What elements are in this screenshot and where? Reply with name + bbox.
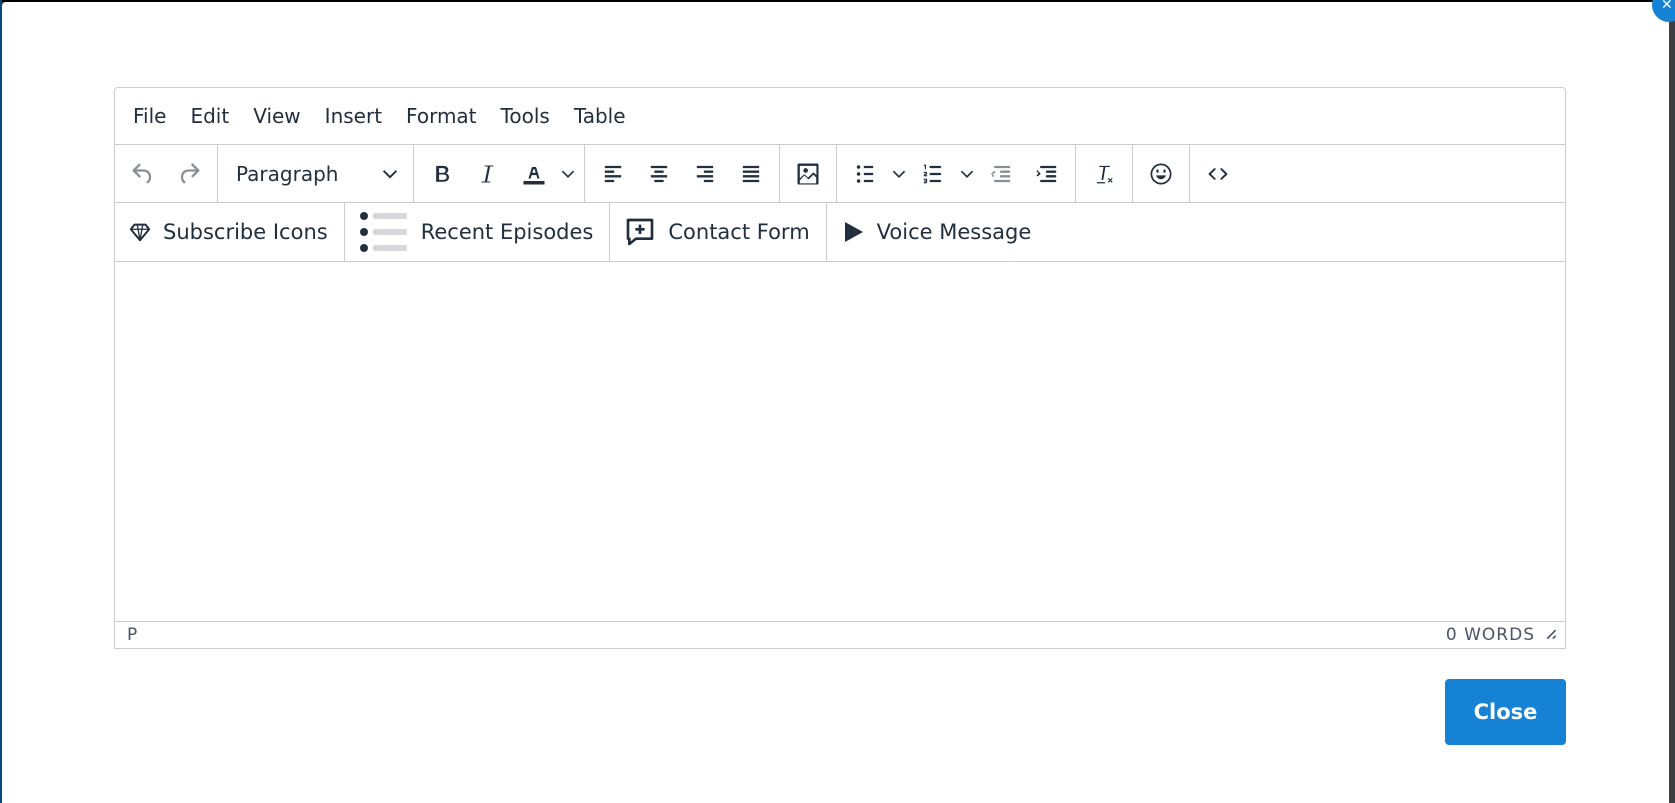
block-format-group: Paragraph	[218, 145, 414, 202]
subscribe-icons-button[interactable]: Subscribe Icons	[115, 203, 345, 261]
text-color-split-button[interactable]	[511, 151, 579, 197]
bold-button[interactable]	[419, 151, 465, 197]
list-indent-group	[837, 145, 1076, 202]
align-justify-button[interactable]	[728, 151, 774, 197]
statusbar-right: 0 WORDS	[1446, 625, 1557, 645]
image-icon	[797, 163, 819, 184]
voice-message-button[interactable]: Voice Message	[827, 203, 1048, 261]
align-center-button[interactable]	[636, 151, 682, 197]
bullet-list-icon	[856, 164, 874, 183]
align-left-icon	[604, 165, 622, 182]
resize-handle[interactable]	[1543, 625, 1557, 645]
text-color-icon	[523, 166, 545, 184]
editor-content-area[interactable]	[115, 262, 1565, 622]
clear-formatting-button[interactable]	[1081, 151, 1127, 197]
chevron-down-icon	[960, 170, 974, 178]
menu-file[interactable]: File	[121, 96, 178, 136]
bullet-list-split-button[interactable]	[842, 151, 910, 197]
background-right-strip	[1669, 0, 1675, 803]
italic-button[interactable]	[465, 151, 511, 197]
indent-icon	[1036, 165, 1057, 182]
undo-button[interactable]	[120, 151, 166, 197]
contact-form-label: Contact Form	[668, 220, 810, 244]
contact-form-button[interactable]: Contact Form	[610, 203, 827, 261]
recent-episodes-label: Recent Episodes	[420, 220, 594, 244]
italic-icon	[481, 164, 494, 183]
list-icon	[359, 212, 407, 252]
emoji-button[interactable]	[1138, 151, 1184, 197]
menu-tools[interactable]: Tools	[489, 96, 562, 136]
custom-toolbar: Subscribe Icons Recent Episodes Contact …	[115, 203, 1565, 262]
comment-plus-icon	[627, 218, 654, 246]
indent-button[interactable]	[1024, 151, 1070, 197]
insert-image-button[interactable]	[785, 151, 831, 197]
align-center-icon	[650, 165, 668, 182]
chevron-down-icon	[561, 170, 575, 178]
numbered-list-button[interactable]	[910, 151, 956, 197]
bold-icon	[436, 165, 449, 182]
element-path[interactable]: P	[127, 625, 137, 645]
recent-episodes-button[interactable]: Recent Episodes	[345, 203, 611, 261]
outdent-button[interactable]	[978, 151, 1024, 197]
source-code-button[interactable]	[1195, 151, 1241, 197]
close-button[interactable]: Close	[1445, 679, 1566, 745]
play-icon	[844, 222, 863, 242]
clear-format-group	[1076, 145, 1133, 202]
align-right-icon	[696, 165, 714, 182]
numbered-list-dropdown[interactable]	[956, 151, 978, 197]
redo-button[interactable]	[166, 151, 212, 197]
bullet-list-button[interactable]	[842, 151, 888, 197]
modal-close-icon[interactable]: ✕	[1652, 0, 1675, 22]
text-color-button[interactable]	[511, 151, 557, 197]
bullet-list-dropdown[interactable]	[888, 151, 910, 197]
numbered-list-split-button[interactable]	[910, 151, 978, 197]
outdent-icon	[991, 165, 1011, 182]
diamond-icon	[129, 223, 151, 242]
clear-formatting-icon	[1097, 165, 1113, 183]
undo-icon	[132, 163, 152, 183]
menu-format[interactable]: Format	[394, 96, 488, 136]
history-group	[115, 145, 218, 202]
editor-toolbar: Paragraph	[115, 145, 1565, 203]
editor-menubar: File Edit View Insert Format Tools Table	[115, 88, 1565, 145]
rich-text-editor: File Edit View Insert Format Tools Table…	[114, 87, 1566, 649]
align-justify-icon	[742, 165, 760, 182]
chevron-down-icon	[892, 170, 906, 178]
menu-edit[interactable]: Edit	[178, 96, 241, 136]
source-code-icon	[1208, 167, 1228, 180]
editor-statusbar: P 0 WORDS	[115, 621, 1565, 648]
menu-view[interactable]: View	[241, 96, 312, 136]
emoji-group	[1133, 145, 1190, 202]
menu-table[interactable]: Table	[562, 96, 638, 136]
modal-dialog: ✕ File Edit View Insert Format Tools Tab…	[2, 0, 1675, 803]
subscribe-icons-label: Subscribe Icons	[163, 220, 328, 244]
source-code-group	[1190, 145, 1246, 202]
redo-icon	[180, 162, 200, 183]
word-count[interactable]: 0 WORDS	[1446, 625, 1535, 645]
text-style-group	[414, 145, 585, 202]
chevron-down-icon	[382, 169, 398, 179]
block-format-select[interactable]: Paragraph	[223, 151, 408, 197]
image-group	[780, 145, 837, 202]
block-format-value: Paragraph	[236, 161, 339, 186]
voice-message-label: Voice Message	[876, 220, 1032, 244]
resize-handle-icon	[1546, 629, 1557, 640]
align-right-button[interactable]	[682, 151, 728, 197]
menu-insert[interactable]: Insert	[313, 96, 394, 136]
emoji-icon	[1150, 163, 1172, 184]
text-color-dropdown[interactable]	[557, 151, 579, 197]
align-left-button[interactable]	[590, 151, 636, 197]
numbered-list-icon	[923, 164, 942, 183]
alignment-group	[585, 145, 780, 202]
